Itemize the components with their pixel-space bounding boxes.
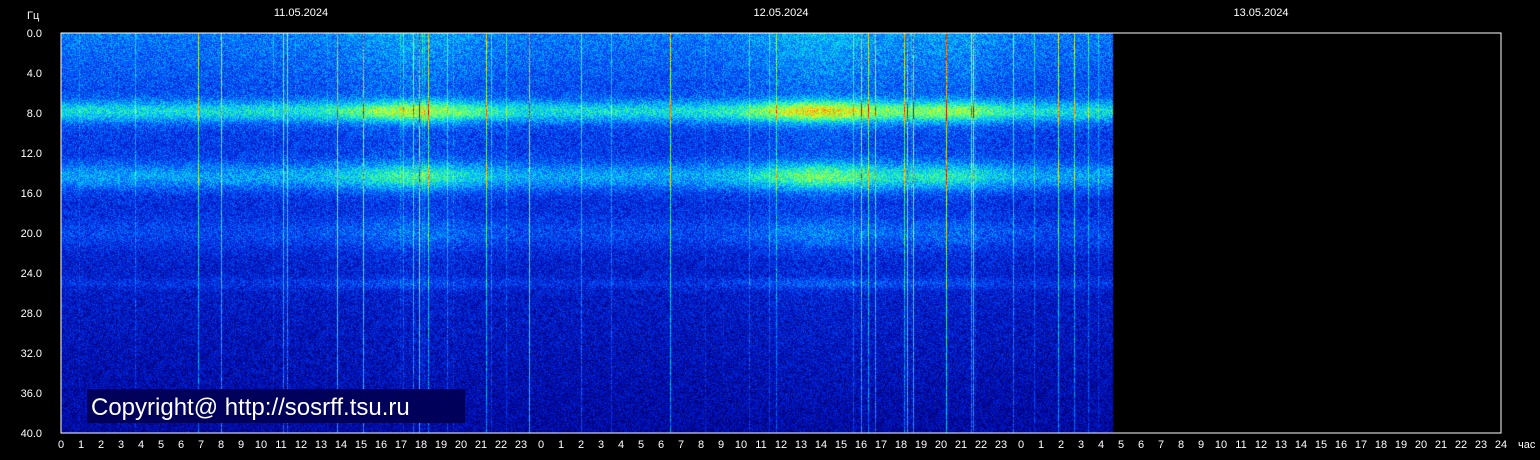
- x-tick-label: 10: [255, 439, 267, 451]
- x-tick-label: 7: [1158, 439, 1164, 451]
- x-tick-label: 23: [995, 439, 1007, 451]
- x-tick-label: 11: [1235, 439, 1246, 451]
- x-tick-label: 4: [1098, 439, 1104, 451]
- y-tick-label: 28.0: [21, 308, 42, 320]
- x-tick-label: 17: [395, 439, 407, 451]
- x-tick-label: 24: [1495, 439, 1507, 451]
- x-tick-label: 2: [98, 439, 104, 451]
- x-tick-label: 16: [375, 439, 387, 451]
- heatmap-raster: [61, 33, 1501, 433]
- x-tick-label: 6: [658, 439, 664, 451]
- y-tick-label: 16.0: [21, 188, 42, 200]
- date-label: 13.05.2024: [1233, 7, 1288, 19]
- x-tick-label: 13: [315, 439, 327, 451]
- y-tick-label: 40.0: [21, 428, 42, 440]
- x-tick-label: 3: [598, 439, 604, 451]
- x-tick-label: 12: [775, 439, 787, 451]
- x-tick-label: 23: [1475, 439, 1487, 451]
- x-tick-label: 2: [578, 439, 584, 451]
- x-axis-unit-label: час: [1518, 439, 1536, 451]
- x-tick-label: 17: [875, 439, 887, 451]
- x-tick-label: 8: [218, 439, 224, 451]
- x-tick-label: 21: [1435, 439, 1447, 451]
- x-tick-label: 22: [495, 439, 507, 451]
- x-tick-label: 3: [1078, 439, 1084, 451]
- x-tick-label: 19: [1395, 439, 1407, 451]
- y-tick-label: 4.0: [27, 68, 42, 80]
- x-tick-label: 9: [718, 439, 724, 451]
- x-tick-label: 0: [58, 439, 64, 451]
- x-tick-label: 15: [1315, 439, 1327, 451]
- x-tick-label: 1: [558, 439, 564, 451]
- x-tick-label: 14: [1295, 439, 1307, 451]
- x-tick-label: 17: [1355, 439, 1367, 451]
- x-tick-label: 4: [138, 439, 144, 451]
- date-label: 12.05.2024: [753, 7, 808, 19]
- y-tick-label: 0.0: [27, 28, 42, 40]
- y-tick-label: 36.0: [21, 388, 42, 400]
- x-tick-label: 20: [935, 439, 947, 451]
- x-tick-label: 15: [355, 439, 367, 451]
- x-tick-label: 22: [1455, 439, 1467, 451]
- y-tick-label: 32.0: [21, 348, 42, 360]
- x-tick-label: 5: [1118, 439, 1124, 451]
- x-tick-label: 0: [538, 439, 544, 451]
- x-tick-label: 9: [1198, 439, 1204, 451]
- x-tick-label: 1: [78, 439, 84, 451]
- x-tick-label: 19: [435, 439, 447, 451]
- y-axis-unit-label: Гц: [27, 10, 40, 22]
- x-tick-label: 14: [815, 439, 827, 451]
- x-tick-label: 1: [1038, 439, 1044, 451]
- x-tick-label: 13: [795, 439, 807, 451]
- x-tick-label: 11: [755, 439, 766, 451]
- x-tick-label: 8: [1178, 439, 1184, 451]
- x-tick-label: 10: [735, 439, 747, 451]
- x-tick-label: 20: [455, 439, 467, 451]
- x-tick-label: 7: [678, 439, 684, 451]
- x-tick-label: 9: [238, 439, 244, 451]
- x-tick-label: 18: [895, 439, 907, 451]
- spectrogram-chart: 0.0 4.0 8.0 12.0 16.0 20.0 24.0 28.0 32.0 36.0 40.…: [0, 0, 1540, 460]
- y-tick-label: 12.0: [21, 148, 42, 160]
- x-tick-label: 10: [1215, 439, 1227, 451]
- x-tick-label: 13: [1275, 439, 1287, 451]
- x-tick-label: 16: [855, 439, 867, 451]
- x-tick-label: 0: [1018, 439, 1024, 451]
- x-tick-label: 6: [1138, 439, 1144, 451]
- x-tick-label: 14: [335, 439, 347, 451]
- x-tick-label: 2: [1058, 439, 1064, 451]
- x-tick-label: 5: [158, 439, 164, 451]
- y-tick-label: 20.0: [21, 228, 42, 240]
- x-tick-label: 21: [955, 439, 967, 451]
- x-tick-label: 12: [1255, 439, 1267, 451]
- x-tick-label: 12: [295, 439, 307, 451]
- x-tick-label: 5: [638, 439, 644, 451]
- copyright-text: Copyright@ http://sosrff.tsu.ru: [91, 394, 410, 421]
- x-tick-label: 18: [415, 439, 427, 451]
- x-tick-label: 16: [1335, 439, 1347, 451]
- y-tick-label: 24.0: [21, 268, 42, 280]
- x-tick-label: 4: [618, 439, 624, 451]
- y-tick-label: 8.0: [27, 108, 42, 120]
- x-tick-label: 3: [118, 439, 124, 451]
- x-tick-label: 8: [698, 439, 704, 451]
- x-tick-label: 21: [475, 439, 487, 451]
- x-tick-label: 11: [275, 439, 286, 451]
- x-tick-label: 6: [178, 439, 184, 451]
- x-tick-label: 20: [1415, 439, 1427, 451]
- x-tick-label: 18: [1375, 439, 1387, 451]
- date-label: 11.05.2024: [274, 7, 328, 19]
- x-tick-label: 23: [515, 439, 527, 451]
- x-tick-label: 19: [915, 439, 927, 451]
- x-tick-label: 15: [835, 439, 847, 451]
- x-tick-label: 7: [198, 439, 204, 451]
- x-tick-label: 22: [975, 439, 987, 451]
